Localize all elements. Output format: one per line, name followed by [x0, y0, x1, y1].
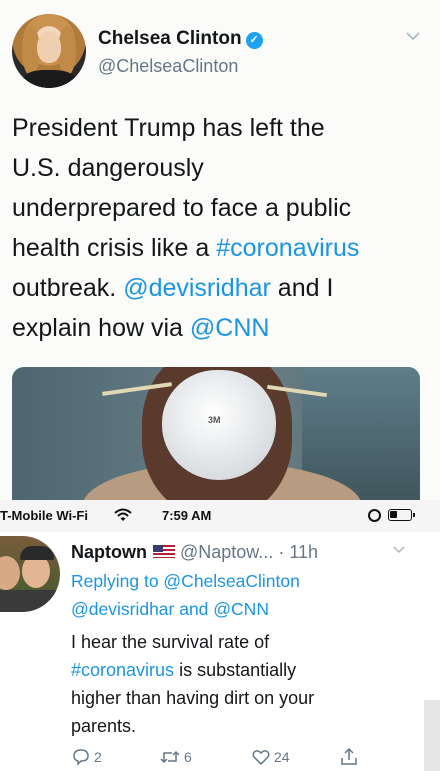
retweet-button[interactable]: 6 [159, 746, 192, 768]
reply-hashtag-line: #coronavirus is substantially [71, 656, 431, 684]
share-icon [341, 747, 357, 765]
original-tweet[interactable]: Chelsea Clinton ✓ @ChelseaClinton Preside… [0, 0, 440, 500]
replying-to-line2[interactable]: @devisridhar and @CNN [71, 595, 300, 623]
author-handle[interactable]: @ChelseaClinton [98, 56, 238, 77]
tweet-actions: 2 6 24 [71, 746, 391, 768]
status-bar: T-Mobile Wi-Fi 7:59 AM [0, 500, 440, 532]
hashtag-link[interactable]: #coronavirus [71, 660, 174, 680]
tweet-text-segment: outbreak. [12, 274, 124, 302]
reply-header: Naptown @Naptow... · 11h [71, 542, 318, 563]
carrier-label: T-Mobile Wi-Fi [0, 508, 88, 523]
reply-text-line: parents. [71, 716, 137, 736]
reply-text: I hear the survival rate of #coronavirus… [71, 628, 431, 740]
tweet-text-segment: explain how via [12, 314, 190, 342]
scrollbar-edge[interactable] [424, 700, 440, 771]
us-flag-icon [153, 545, 175, 558]
replying-to: Replying to @ChelseaClinton @devisridhar… [71, 567, 300, 623]
tweet-text-line: President Trump has left the [12, 108, 432, 148]
reply-icon [73, 749, 89, 766]
hashtag-link[interactable]: #coronavirus [216, 234, 359, 262]
reply-count: 2 [94, 749, 102, 765]
tweet-text-segment: and I [270, 274, 334, 302]
tweet-text-line: outbreak. @devisridhar and I [12, 268, 432, 308]
chevron-down-icon[interactable] [392, 545, 406, 555]
wifi-icon [114, 508, 132, 521]
mention-link[interactable]: @CNN [190, 314, 270, 342]
tweet-text-segment: President Trump has left the [12, 114, 325, 142]
orientation-lock-icon [368, 509, 381, 522]
reply-text-line: I hear the survival rate of [71, 632, 270, 652]
tweet-text-segment: underprepared to face a public [12, 194, 352, 222]
reply-tweet[interactable]: Naptown @Naptow... · 11h Replying to @Che… [0, 532, 440, 771]
heart-icon [252, 750, 270, 766]
like-count: 24 [274, 749, 290, 765]
reply-button[interactable]: 2 [71, 746, 102, 768]
tweet-text-line: U.S. dangerously [12, 148, 432, 188]
like-button[interactable]: 24 [251, 746, 290, 768]
chevron-down-icon[interactable] [405, 30, 421, 42]
tweet-text-line: explain how via @CNN [12, 308, 432, 348]
reply-text-line-rest: is substantially [174, 660, 297, 680]
reply-author-name[interactable]: Naptown [71, 542, 147, 562]
mask-logo: 3M [208, 415, 221, 425]
tweet-text-line: underprepared to face a public [12, 188, 432, 228]
reply-text-line: higher than having dirt on your [71, 688, 315, 708]
author-avatar[interactable] [12, 14, 86, 88]
tweet-text: President Trump has left the U.S. dangero… [12, 108, 432, 348]
tweet-text-segment: U.S. dangerously [12, 154, 204, 182]
clock: 7:59 AM [162, 508, 212, 523]
battery-icon [388, 509, 415, 521]
retweet-count: 6 [184, 749, 192, 765]
reply-author-handle[interactable]: @Naptow... [180, 542, 273, 562]
tweet-text-segment: health crisis like a [12, 234, 217, 262]
mention-link[interactable]: @devisridhar [123, 274, 271, 302]
tweet-media-image[interactable]: 3M [12, 367, 420, 500]
verified-badge-icon: ✓ [245, 32, 263, 49]
share-button[interactable] [339, 746, 362, 768]
replying-to-line1[interactable]: Replying to @ChelseaClinton [71, 567, 300, 595]
tweet-text-line: health crisis like a #coronavirus [12, 228, 432, 268]
author-name[interactable]: Chelsea Clinton ✓ [98, 28, 263, 50]
reply-avatar[interactable] [0, 536, 60, 612]
retweet-icon [160, 750, 180, 764]
reply-timestamp[interactable]: · 11h [278, 542, 318, 562]
author-name-text[interactable]: Chelsea Clinton [98, 28, 242, 49]
